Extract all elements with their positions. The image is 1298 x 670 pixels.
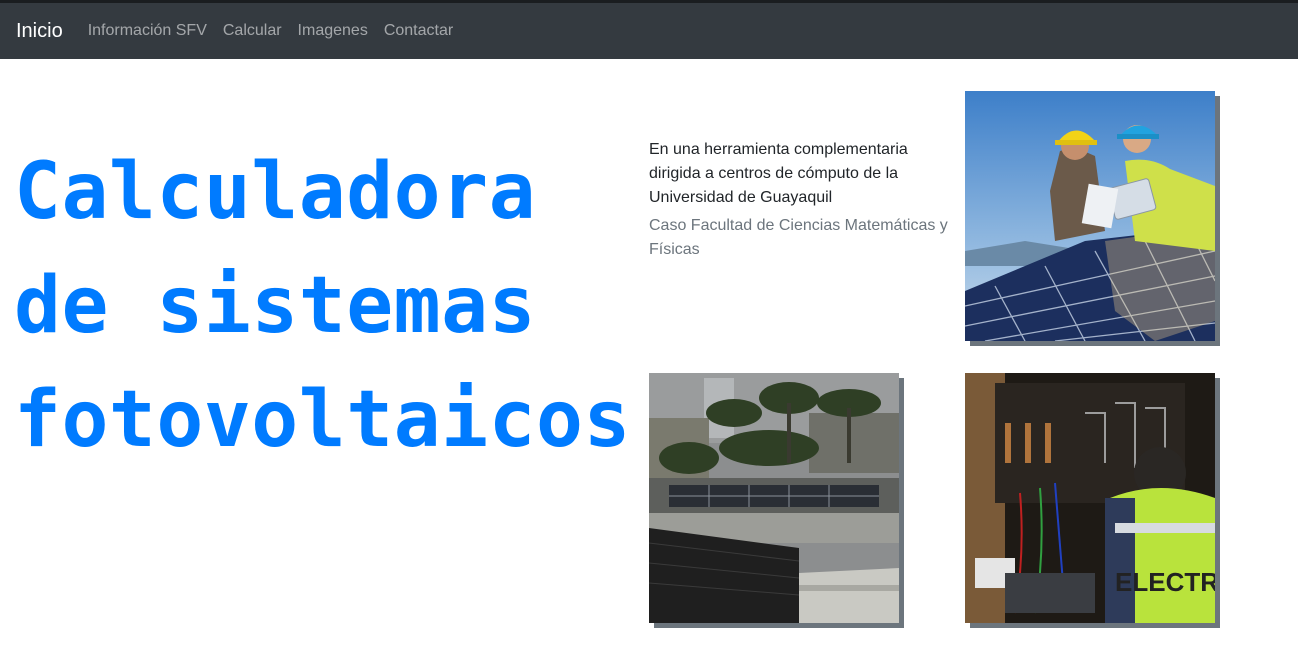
page-title-line-3: fotovoltaicos [14,375,631,465]
nav-link-informacion-sfv[interactable]: Información SFV [88,22,207,40]
solar-engineers-image [965,91,1215,341]
nav-link-contactar[interactable]: Contactar [384,22,453,40]
nav-brand-home[interactable]: Inicio [16,20,63,43]
vest-text: ELECTR [1115,567,1215,597]
electrician-image: ELECTR [965,373,1215,623]
rooftop-palms-image [649,373,899,623]
page-title-line-1: Calculadora [14,147,537,237]
nav-link-imagenes[interactable]: Imagenes [298,22,368,40]
page-title-line-2: de sistemas [14,261,537,351]
intro-subtext: Caso Facultad de Ciencias Matemáticas y … [649,217,948,258]
nav-link-calcular[interactable]: Calcular [223,22,282,40]
intro-text: En una herramienta complementaria dirigi… [649,141,908,206]
page-title: Calculadora de sistemas fotovoltaicos [14,135,631,477]
navbar: Inicio Información SFV Calcular Imagenes… [0,3,1298,59]
